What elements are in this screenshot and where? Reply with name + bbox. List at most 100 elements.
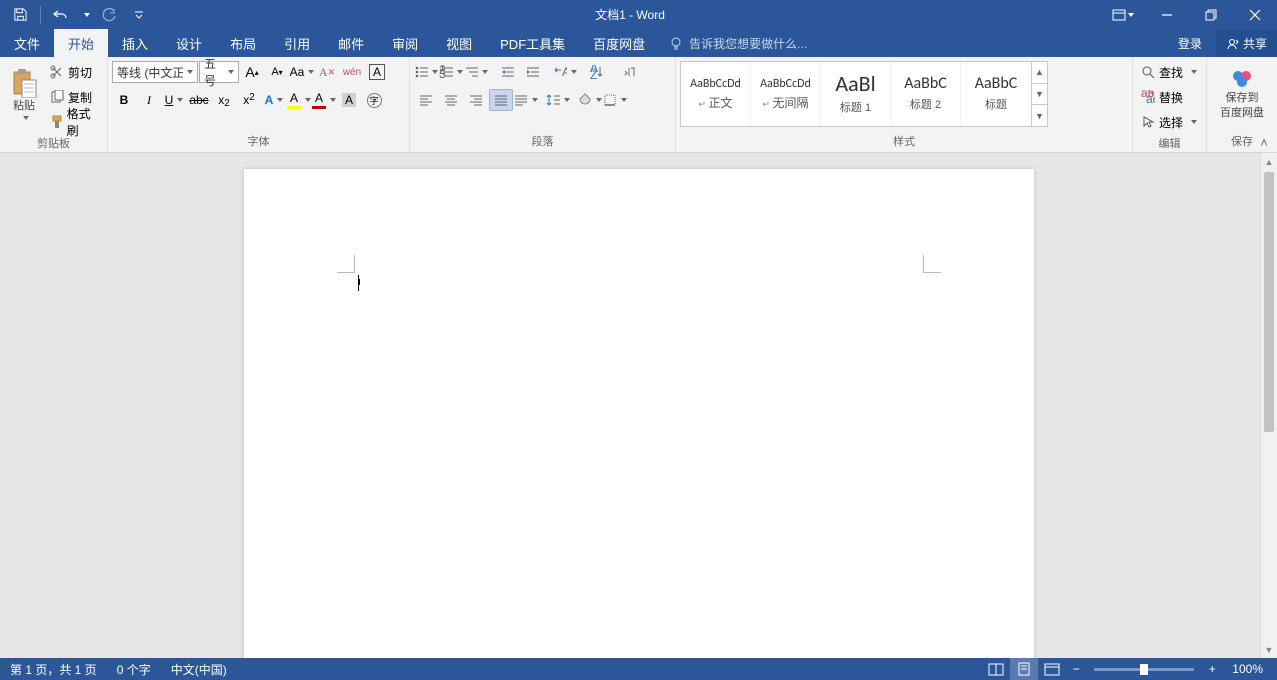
vertical-scrollbar[interactable]: ▲ ▼ — [1260, 153, 1277, 658]
find-button[interactable]: 查找 — [1137, 61, 1202, 83]
tab-design[interactable]: 设计 — [162, 29, 216, 57]
scroll-down-icon[interactable]: ▼ — [1261, 641, 1277, 658]
align-center-button[interactable] — [439, 89, 463, 111]
tab-pdf[interactable]: PDF工具集 — [486, 29, 579, 57]
cut-label: 剪切 — [68, 64, 92, 81]
style-no-spacing[interactable]: AaBbCcDd ↵ 无间隔 — [751, 62, 821, 126]
minimize-icon[interactable] — [1145, 0, 1189, 29]
tab-file[interactable]: 文件 — [0, 29, 54, 57]
find-icon — [1141, 65, 1155, 79]
ribbon-options-icon[interactable] — [1101, 0, 1145, 29]
shading-button[interactable] — [578, 89, 602, 111]
style-normal[interactable]: AaBbCcDd ↵ 正文 — [681, 62, 751, 126]
line-spacing-button[interactable] — [546, 89, 570, 111]
show-marks-button[interactable] — [617, 61, 641, 83]
baidu-cloud-icon — [1229, 68, 1255, 90]
align-right-button[interactable] — [464, 89, 488, 111]
highlight-button[interactable]: A — [287, 89, 311, 111]
align-left-button[interactable] — [414, 89, 438, 111]
phonetic-guide-button[interactable]: wén — [340, 61, 364, 83]
replace-label: 替换 — [1159, 89, 1183, 106]
gallery-up-icon[interactable]: ▲ — [1032, 62, 1047, 84]
align-distribute-button[interactable] — [514, 89, 538, 111]
restore-icon[interactable] — [1189, 0, 1233, 29]
group-label-clipboard: 剪贴板 — [4, 133, 103, 154]
select-button[interactable]: 选择 — [1137, 111, 1202, 133]
font-size-select[interactable]: 五号 — [199, 61, 239, 83]
tab-review[interactable]: 审阅 — [378, 29, 432, 57]
gallery-down-icon[interactable]: ▼ — [1032, 84, 1047, 106]
copy-icon — [50, 90, 64, 104]
tab-references[interactable]: 引用 — [270, 29, 324, 57]
svg-text:3: 3 — [439, 67, 446, 79]
group-label-font: 字体 — [112, 131, 405, 152]
subscript-button[interactable]: x2 — [212, 89, 236, 111]
status-page[interactable]: 第 1 页，共 1 页 — [0, 658, 107, 680]
sort-button[interactable]: AZ — [585, 61, 609, 83]
underline-button[interactable]: U — [162, 89, 186, 111]
font-name-select[interactable]: 等线 (中文正文) — [112, 61, 198, 83]
grow-font-button[interactable]: A▴ — [240, 61, 264, 83]
zoom-knob[interactable] — [1140, 664, 1148, 675]
increase-indent-button[interactable] — [521, 61, 545, 83]
gallery-more-icon[interactable]: ▼ — [1032, 105, 1047, 126]
save-to-cloud-button[interactable]: 保存到 百度网盘 — [1214, 61, 1270, 127]
view-read-mode-icon[interactable] — [982, 658, 1010, 680]
superscript-button[interactable]: x2 — [237, 89, 261, 111]
svg-text:A: A — [562, 65, 567, 79]
undo-more-icon[interactable] — [79, 3, 91, 27]
shrink-font-button[interactable]: A▾ — [265, 61, 289, 83]
share-button[interactable]: 共享 — [1216, 29, 1277, 57]
undo-icon[interactable] — [49, 3, 73, 27]
view-web-layout-icon[interactable] — [1038, 658, 1066, 680]
align-justify-button[interactable] — [489, 89, 513, 111]
font-color-button[interactable]: A — [312, 89, 336, 111]
replace-button[interactable]: abac 替换 — [1137, 86, 1202, 108]
bold-button[interactable]: B — [112, 89, 136, 111]
strikethrough-button[interactable]: abc — [187, 89, 211, 111]
tab-baidu[interactable]: 百度网盘 — [579, 29, 659, 57]
tab-insert[interactable]: 插入 — [108, 29, 162, 57]
status-word-count[interactable]: 0 个字 — [107, 658, 161, 680]
scroll-thumb[interactable] — [1264, 172, 1274, 432]
borders-button[interactable] — [603, 89, 627, 111]
char-border-button[interactable]: A — [365, 61, 389, 83]
redo-icon[interactable] — [97, 3, 121, 27]
page[interactable] — [244, 169, 1034, 658]
cut-button[interactable]: 剪切 — [46, 61, 103, 83]
scissors-icon — [50, 65, 64, 79]
tab-layout[interactable]: 布局 — [216, 29, 270, 57]
close-icon[interactable] — [1233, 0, 1277, 29]
status-language[interactable]: 中文(中国) — [161, 658, 237, 680]
change-case-button[interactable]: Aa — [290, 61, 314, 83]
zoom-in-button[interactable]: + — [1202, 662, 1222, 676]
tab-mailings[interactable]: 邮件 — [324, 29, 378, 57]
paste-button[interactable]: 粘贴 — [4, 61, 44, 127]
tell-me-input[interactable]: 告诉我您想要做什么... — [659, 29, 1164, 57]
scroll-up-icon[interactable]: ▲ — [1261, 153, 1277, 170]
zoom-out-button[interactable]: − — [1066, 662, 1086, 676]
style-heading2[interactable]: AaBbC 标题 2 — [891, 62, 961, 126]
number-list-button[interactable]: 123 — [439, 61, 463, 83]
text-effects-button[interactable]: A — [262, 89, 286, 111]
clear-formatting-button[interactable]: A✕ — [315, 61, 339, 83]
style-heading1[interactable]: AaBl 标题 1 — [821, 62, 891, 126]
italic-button[interactable]: I — [137, 89, 161, 111]
format-painter-button[interactable]: 格式刷 — [46, 111, 103, 133]
text-direction-button[interactable]: A — [553, 61, 577, 83]
style-title[interactable]: AaBbC 标题 — [961, 62, 1031, 126]
save-icon[interactable] — [8, 3, 32, 27]
qat-customize-icon[interactable] — [127, 3, 151, 27]
collapse-ribbon-icon[interactable]: ˄ — [1255, 135, 1273, 149]
multilevel-list-button[interactable] — [464, 61, 488, 83]
tab-home[interactable]: 开始 — [54, 29, 108, 57]
tab-view[interactable]: 视图 — [432, 29, 486, 57]
view-print-layout-icon[interactable] — [1010, 658, 1038, 680]
zoom-slider[interactable] — [1094, 668, 1194, 671]
login-button[interactable]: 登录 — [1164, 29, 1216, 57]
decrease-indent-button[interactable] — [496, 61, 520, 83]
zoom-level[interactable]: 100% — [1222, 658, 1277, 680]
char-shading-button[interactable]: A — [337, 89, 361, 111]
bullet-list-button[interactable] — [414, 61, 438, 83]
enclose-chars-button[interactable]: 字 — [362, 89, 386, 111]
